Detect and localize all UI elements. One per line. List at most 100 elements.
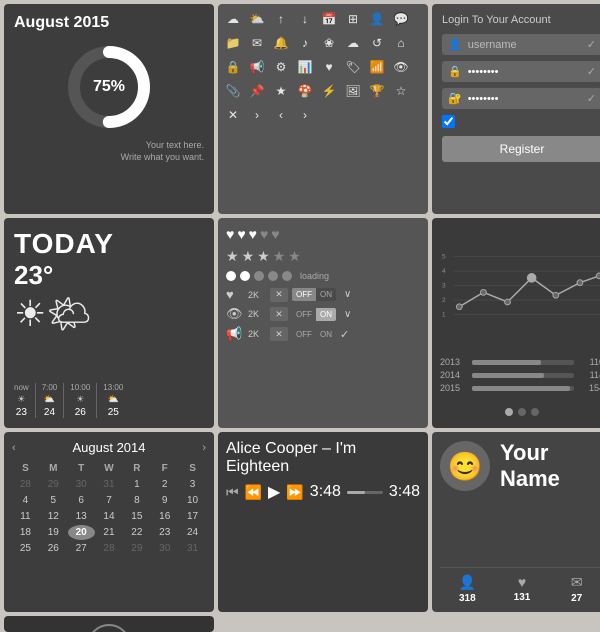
heart3[interactable]: ♥ [249,226,257,242]
svg-text:1: 1 [442,311,446,318]
nav-dot-1[interactable] [505,408,513,416]
toggle-x-2[interactable]: ✕ [270,307,288,321]
day-26[interactable]: 26 [40,541,67,556]
day-21[interactable]: 21 [96,525,123,540]
day-4[interactable]: 4 [12,493,39,508]
day-5[interactable]: 5 [40,493,67,508]
year-2015: 2015 [440,383,468,393]
stars-row: ★ ★ ★ ★ ★ [226,248,420,265]
toggle-btn-3[interactable]: OFFON [292,328,336,341]
heart1[interactable]: ♥ [226,226,234,242]
username-input[interactable] [468,39,581,51]
messages-count: 27 [571,593,582,604]
password-input[interactable] [468,66,581,78]
day-7[interactable]: 7 [96,493,123,508]
icon-arrow-r: › [246,104,268,126]
day-24[interactable]: 24 [179,525,206,540]
prev-month-button[interactable]: ‹ [12,442,16,454]
toggle-row-3: 📢 2K ✕ OFFON ✓ [226,326,420,342]
forecast-time-700: 7:00 [42,383,58,392]
video-play-button[interactable]: ▶ [87,624,131,632]
day-20-today[interactable]: 20 [68,525,95,540]
play-button[interactable]: ▶ [268,482,280,502]
toggle-btn-1[interactable]: OFFON [292,288,336,301]
day-9[interactable]: 9 [151,493,178,508]
progress-fill [347,491,365,494]
icon-note: ♪ [294,32,316,54]
calendar-header: ‹ August 2014 › [12,440,206,455]
heart5[interactable]: ♥ [271,226,279,242]
val-2014: 114 [578,370,600,380]
separator2 [63,383,64,418]
day-14[interactable]: 14 [96,509,123,524]
star5[interactable]: ★ [288,248,301,265]
weather-icon-row: ☀🌤 [14,293,204,335]
star1[interactable]: ★ [226,248,239,265]
nav-dot-3[interactable] [531,408,539,416]
progress-bar[interactable] [347,491,383,494]
star2[interactable]: ★ [242,248,255,265]
day-13[interactable]: 13 [68,509,95,524]
day-27[interactable]: 27 [68,541,95,556]
toggle-eye-icon: 👁 [226,306,244,322]
prev-button[interactable]: ⏪ [245,484,262,501]
toggle-x-1[interactable]: ✕ [270,288,288,302]
toggle-count-2: 2K [248,309,266,319]
day-22[interactable]: 22 [123,525,150,540]
day-29-prev[interactable]: 29 [40,477,67,492]
icon-chart: 📊 [294,56,316,78]
next-month-button[interactable]: › [202,442,206,454]
day-31-prev[interactable]: 31 [96,477,123,492]
day-8[interactable]: 8 [123,493,150,508]
day-31-next[interactable]: 31 [179,541,206,556]
day-11[interactable]: 11 [12,509,39,524]
day-23[interactable]: 23 [151,525,178,540]
day-15[interactable]: 15 [123,509,150,524]
day-18[interactable]: 18 [12,525,39,540]
day-12[interactable]: 12 [40,509,67,524]
forecast-icon-1300: ⛅ [108,394,119,405]
day-28-prev[interactable]: 28 [12,477,39,492]
dot3 [254,271,264,281]
agree-checkbox[interactable] [442,115,455,128]
bar-fill-2015 [472,386,570,391]
star4[interactable]: ★ [273,248,286,265]
heart2[interactable]: ♥ [237,226,245,242]
bar-track-2014 [472,373,574,378]
toggle-x-3[interactable]: ✕ [270,327,288,341]
next-button[interactable]: ⏩ [286,484,303,501]
day-2[interactable]: 2 [151,477,178,492]
day-6[interactable]: 6 [68,493,95,508]
icon-pin: 📌 [246,80,268,102]
forecast-icon-700: ⛅ [44,394,55,405]
day-29-next[interactable]: 29 [123,541,150,556]
heart4[interactable]: ♥ [260,226,268,242]
password2-input[interactable] [468,93,581,105]
day-3[interactable]: 3 [179,477,206,492]
stats-bars: 2013 110 2014 114 2015 154 [440,353,600,400]
day-16[interactable]: 16 [151,509,178,524]
icon-lightning: ⚡ [318,80,340,102]
donut-label: 75% [93,78,125,96]
music-panel: Alice Cooper – I'm Eighteen ⏮ ⏪ ▶ ⏩ 3:48… [218,432,428,612]
separator1 [35,383,36,418]
day-30-prev[interactable]: 30 [68,477,95,492]
day-1[interactable]: 1 [123,477,150,492]
day-17[interactable]: 17 [179,509,206,524]
day-header-t1: T [68,461,95,476]
day-30-next[interactable]: 30 [151,541,178,556]
day-25[interactable]: 25 [12,541,39,556]
dot4 [268,271,278,281]
toggle-check-3[interactable]: ✓ [340,328,349,341]
nav-dot-2[interactable] [518,408,526,416]
dots-nav [440,404,600,420]
rewind-button[interactable]: ⏮ [226,484,239,501]
select-arrow-2[interactable]: ∨ [340,308,355,321]
star3[interactable]: ★ [257,248,270,265]
day-19[interactable]: 19 [40,525,67,540]
day-10[interactable]: 10 [179,493,206,508]
select-arrow-1[interactable]: ∨ [340,288,355,301]
day-28-next[interactable]: 28 [96,541,123,556]
register-button[interactable]: Register [442,136,600,162]
toggle-btn-2[interactable]: OFFON [292,308,336,321]
